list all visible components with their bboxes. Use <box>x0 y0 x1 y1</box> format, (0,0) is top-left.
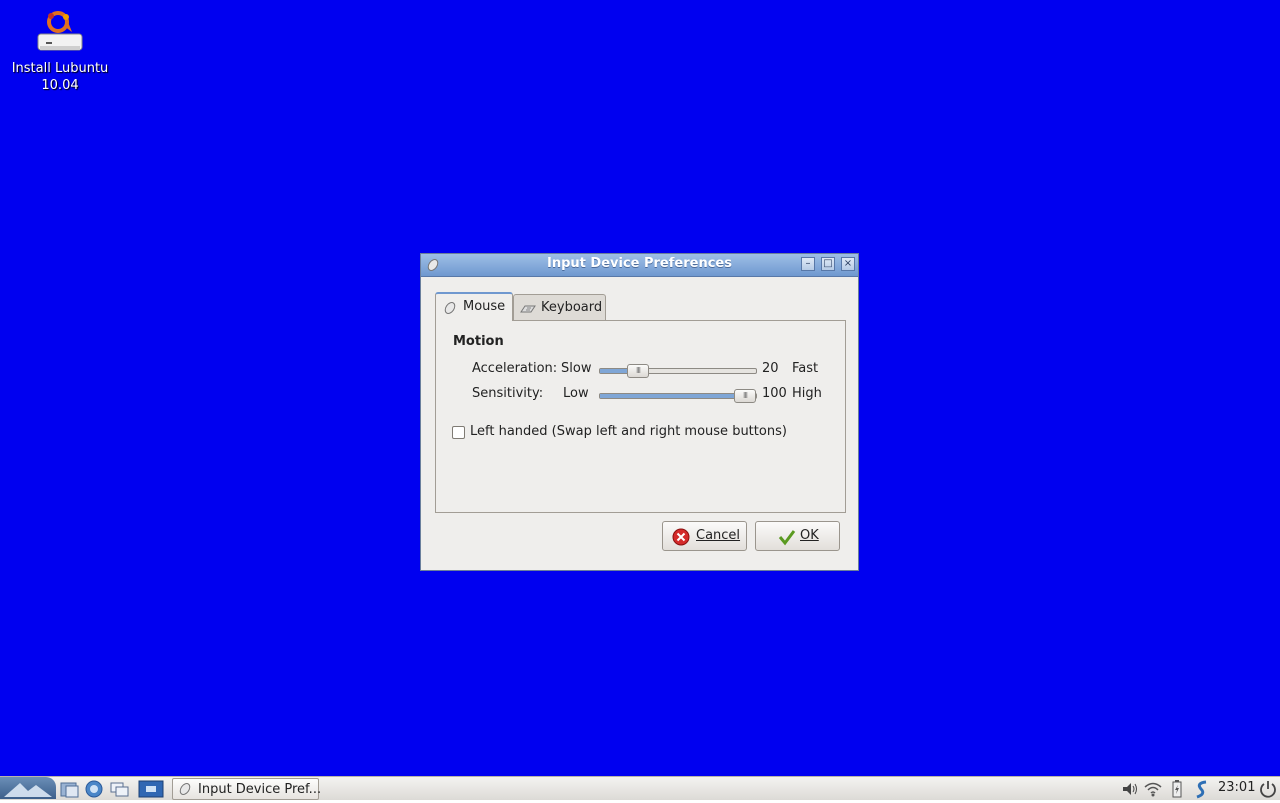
web-browser-launcher[interactable] <box>83 779 105 799</box>
checkmark-icon <box>778 528 796 550</box>
acceleration-slider[interactable]: III <box>599 364 757 378</box>
sensitivity-slider[interactable]: III <box>599 389 757 403</box>
window-title: Input Device Preferences <box>547 256 732 271</box>
mouse-icon <box>442 300 458 320</box>
sensitivity-max-label: High <box>792 386 822 401</box>
mouse-icon <box>177 781 193 801</box>
battery-tray-button[interactable] <box>1170 779 1184 799</box>
sensitivity-label: Sensitivity: <box>472 386 544 401</box>
acceleration-max-label: Fast <box>792 361 819 376</box>
taskbar: Input Device Pref... 23:01 <box>0 776 1280 800</box>
tab-keyboard-label: Keyboard <box>541 300 603 315</box>
power-button[interactable] <box>1258 779 1278 799</box>
folder-icon <box>60 782 79 798</box>
mouse-settings-panel: Motion Acceleration: Slow III 20 Fast Se… <box>435 320 846 513</box>
acceleration-slider-thumb[interactable]: III <box>627 364 649 378</box>
power-icon <box>1260 781 1276 798</box>
close-button[interactable]: × <box>841 257 855 271</box>
maximize-button[interactable]: □ <box>821 257 835 271</box>
ok-button[interactable]: OK <box>755 521 840 551</box>
tab-keyboard[interactable]: Keyboard <box>513 294 606 321</box>
show-desktop-button[interactable] <box>138 779 164 799</box>
install-icon <box>34 8 86 60</box>
ok-button-label: OK <box>800 528 819 543</box>
tab-mouse[interactable]: Mouse <box>435 292 513 321</box>
battery-icon <box>1172 780 1182 798</box>
clock[interactable]: 23:01 <box>1218 780 1255 795</box>
left-handed-label[interactable]: Left handed (Swap left and right mouse b… <box>470 424 787 439</box>
lubuntu-logo-icon <box>4 783 52 797</box>
cancel-icon <box>672 528 690 550</box>
sensitivity-min-label: Low <box>563 386 589 401</box>
windows-icon <box>110 782 129 797</box>
volume-tray-button[interactable] <box>1120 779 1140 799</box>
acceleration-value: 20 <box>762 361 779 376</box>
cancel-button-label: Cancel <box>696 528 741 543</box>
update-icon <box>1196 780 1207 799</box>
window-switcher-launcher[interactable] <box>108 779 130 799</box>
input-device-preferences-window: Input Device Preferences – □ × Mouse Key… <box>420 253 859 571</box>
sensitivity-slider-fill <box>600 394 745 398</box>
browser-icon <box>85 780 103 798</box>
desktop-icon-label: Install Lubuntu <box>11 61 109 76</box>
wifi-icon <box>1144 782 1162 797</box>
network-tray-button[interactable] <box>1143 779 1163 799</box>
sensitivity-value: 100 <box>762 386 787 401</box>
file-manager-launcher[interactable] <box>58 779 80 799</box>
taskbar-window-input-device-preferences[interactable]: Input Device Pref... <box>172 778 322 801</box>
sensitivity-slider-thumb[interactable]: III <box>734 389 756 403</box>
start-menu-button[interactable] <box>0 777 56 799</box>
install-lubuntu-desktop-icon[interactable]: Install Lubuntu 10.04 <box>8 8 112 94</box>
left-handed-checkbox[interactable] <box>452 426 465 439</box>
desktop-icon <box>138 780 164 798</box>
acceleration-min-label: Slow <box>561 361 592 376</box>
desktop-icon-version: 10.04 <box>41 78 79 93</box>
acceleration-label: Acceleration: <box>472 361 558 376</box>
volume-icon <box>1123 783 1137 795</box>
taskbar-window-label: Input Device Pref... <box>198 782 322 797</box>
tab-mouse-label: Mouse <box>463 299 506 314</box>
desktop: Install Lubuntu 10.04 Input Device Prefe… <box>0 0 1280 776</box>
window-titlebar[interactable]: Input Device Preferences – □ × <box>421 254 858 277</box>
cancel-button[interactable]: Cancel <box>662 521 747 551</box>
motion-heading: Motion <box>453 334 504 349</box>
keyboard-icon <box>520 301 536 321</box>
minimize-button[interactable]: – <box>801 257 815 271</box>
update-tray-button[interactable] <box>1192 779 1214 799</box>
